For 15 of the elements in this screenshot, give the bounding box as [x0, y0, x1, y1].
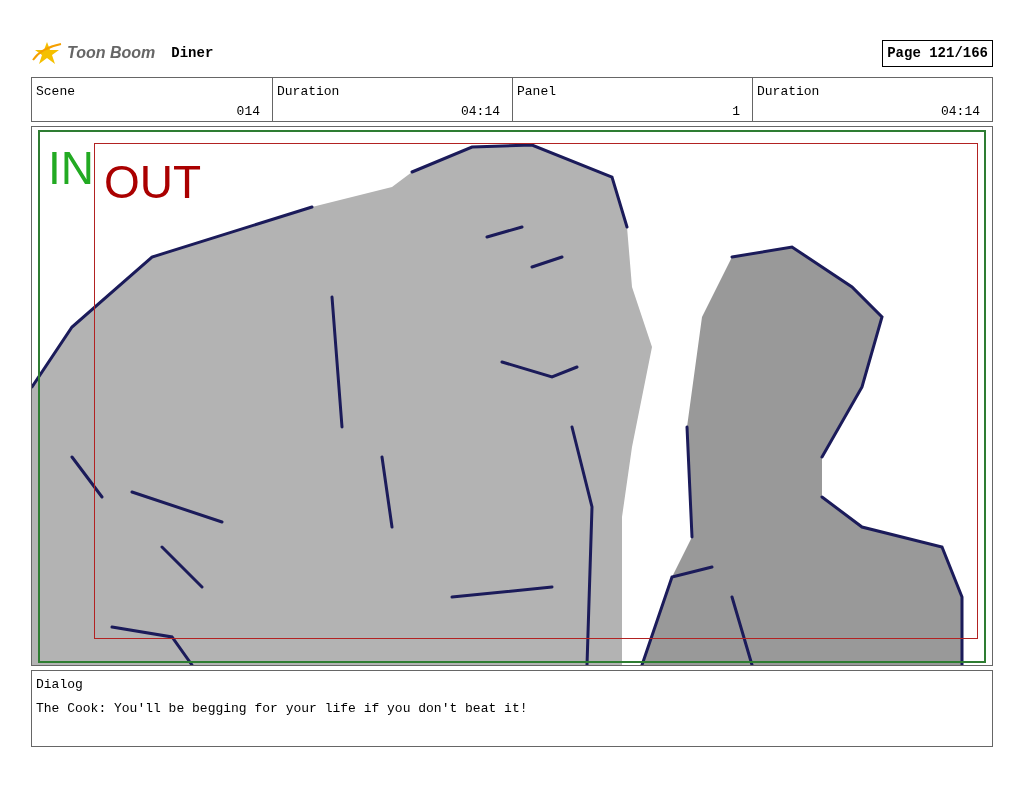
field-label: Scene [36, 83, 75, 101]
field-value: 014 [236, 102, 260, 121]
field-label: Duration [277, 83, 340, 101]
dialog-label: Dialog [36, 676, 83, 694]
in-label: IN [48, 145, 94, 191]
field-label: Panel [517, 83, 556, 101]
storyboard-title: Diner [171, 43, 214, 63]
field-value: 04:14 [941, 102, 980, 121]
field-value: 1 [732, 102, 740, 121]
logo-text: Toon Boom [67, 43, 156, 63]
out-label: OUT [104, 159, 202, 205]
field-value: 04:14 [461, 102, 500, 121]
dialog-text: The Cook: You'll be begging for your life if you don't beat it! [36, 699, 528, 718]
field-label: Duration [757, 83, 820, 101]
page-number: Page 121/166 [882, 39, 993, 67]
